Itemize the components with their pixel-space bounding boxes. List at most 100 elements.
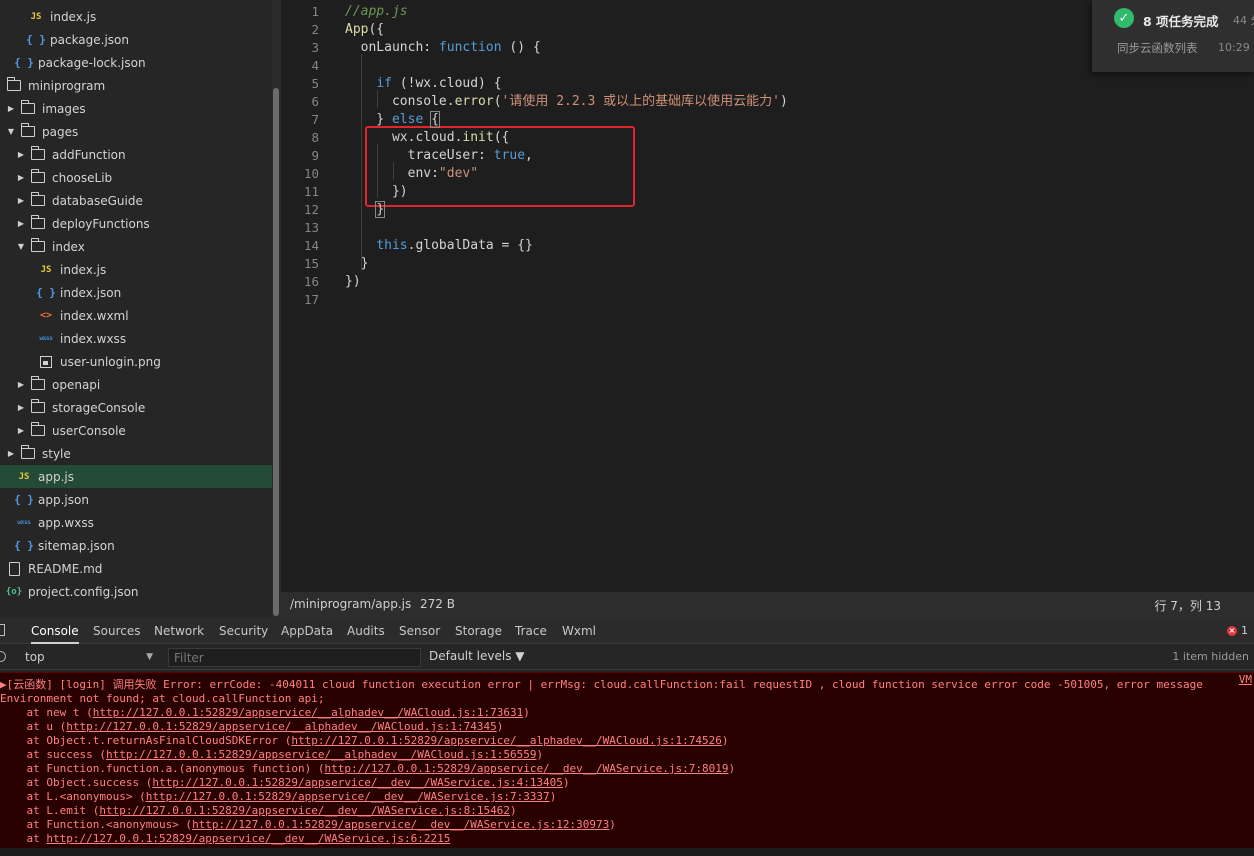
- context-selector[interactable]: top ▼: [17, 647, 159, 667]
- folder-icon: [30, 146, 46, 163]
- stack-source-link[interactable]: http://127.0.0.1:52829/appservice/__dev_…: [146, 790, 550, 803]
- devtools-tab-bar: × 1 Console Sources Network Security AppData…: [0, 618, 1254, 644]
- chevron-right-icon[interactable]: ▶: [16, 426, 26, 435]
- stack-source-link[interactable]: http://127.0.0.1:52829/appservice/__alph…: [93, 706, 523, 719]
- tree-item-index-wxml[interactable]: <> index.wxml: [0, 304, 272, 327]
- code-line[interactable]: 9 traceUser: true,: [281, 147, 1254, 165]
- stack-source-link[interactable]: http://127.0.0.1:52829/appservice/__dev_…: [46, 832, 450, 845]
- tab-audits[interactable]: Audits: [347, 618, 385, 644]
- code-line[interactable]: 5 if (!wx.cloud) {: [281, 75, 1254, 93]
- tab-wxml[interactable]: Wxml: [562, 618, 596, 644]
- hidden-items-count: 1 item hidden: [1172, 650, 1249, 663]
- tree-item-label: README.md: [28, 561, 103, 576]
- tree-item-package-json[interactable]: { } package.json: [0, 28, 272, 51]
- folder-shape: [30, 238, 45, 252]
- stack-source-link[interactable]: http://127.0.0.1:52829/appservice/__alph…: [291, 734, 721, 747]
- tree-item-index-json[interactable]: { } index.json: [0, 281, 272, 304]
- stack-source-link[interactable]: http://127.0.0.1:52829/appservice/__alph…: [66, 720, 496, 733]
- tree-item-databaseguide[interactable]: ▶ databaseGuide: [0, 189, 272, 212]
- explorer-scrollbar-thumb[interactable]: [273, 88, 279, 616]
- tree-item-openapi[interactable]: ▶ openapi: [0, 373, 272, 396]
- console-filter-input[interactable]: [168, 648, 421, 667]
- code-line[interactable]: 14 this.globalData = {}: [281, 237, 1254, 255]
- code-line[interactable]: 12 }: [281, 201, 1254, 219]
- status-cursor-position[interactable]: 行 7，列 13: [1154, 597, 1221, 614]
- tab-trace[interactable]: Trace: [515, 618, 547, 644]
- stack-source-link[interactable]: http://127.0.0.1:52829/appservice/__dev_…: [99, 804, 510, 817]
- chevron-down-icon[interactable]: ▼: [16, 242, 26, 251]
- log-levels-dropdown[interactable]: Default levels ▼: [429, 649, 525, 663]
- chevron-right-icon[interactable]: ▶: [16, 150, 26, 159]
- tree-item-readme-md[interactable]: README.md: [0, 557, 272, 580]
- tree-item-index-js[interactable]: JS index.js: [0, 258, 272, 281]
- code-line[interactable]: 13: [281, 219, 1254, 237]
- stack-source-link[interactable]: http://127.0.0.1:52829/appservice/__alph…: [106, 748, 536, 761]
- code-token: ): [780, 94, 788, 109]
- code-line[interactable]: 6 console.error('请使用 2.2.3 或以上的基础库以使用云能力…: [281, 93, 1254, 111]
- chevron-right-icon[interactable]: ▶: [6, 104, 16, 113]
- tab-security[interactable]: Security: [219, 618, 268, 644]
- chevron-right-icon[interactable]: ▶: [16, 173, 26, 182]
- code-token: if: [376, 76, 392, 91]
- tree-item-app-json[interactable]: { } app.json: [0, 488, 272, 511]
- code-token: }): [345, 184, 408, 199]
- code-line[interactable]: 10 env:"dev": [281, 165, 1254, 183]
- chevron-right-icon[interactable]: ▶: [16, 380, 26, 389]
- tree-item-app-js[interactable]: JS app.js: [0, 465, 272, 488]
- image-shape: [40, 355, 52, 368]
- tree-item-index-js[interactable]: JS index.js: [0, 5, 272, 28]
- inspect-element-icon[interactable]: [0, 624, 5, 636]
- chevron-right-icon[interactable]: ▶: [16, 219, 26, 228]
- tab-sources[interactable]: Sources: [93, 618, 140, 644]
- tree-item-label: chooseLib: [52, 170, 113, 185]
- stack-source-link[interactable]: http://127.0.0.1:52829/appservice/__dev_…: [325, 762, 729, 775]
- chevron-right-icon[interactable]: ▶: [16, 403, 26, 412]
- error-counter[interactable]: × 1: [1227, 624, 1248, 637]
- tree-item-storageconsole[interactable]: ▶ storageConsole: [0, 396, 272, 419]
- chevron-down-icon[interactable]: ▼: [6, 127, 16, 136]
- tree-item-style[interactable]: ▶ style: [0, 442, 272, 465]
- code-line[interactable]: 8 wx.cloud.init({: [281, 129, 1254, 147]
- tree-item-pages[interactable]: ▼ pages: [0, 120, 272, 143]
- tree-item-project-config-json[interactable]: {o} project.config.json: [0, 580, 272, 603]
- code-line[interactable]: 7 } else {: [281, 111, 1254, 129]
- chevron-right-icon[interactable]: ▶: [6, 449, 16, 458]
- tree-item-index-wxss[interactable]: wxss index.wxss: [0, 327, 272, 350]
- code-line[interactable]: 16}): [281, 273, 1254, 291]
- tab-network[interactable]: Network: [154, 618, 204, 644]
- code-line[interactable]: 17: [281, 291, 1254, 309]
- stack-source-link[interactable]: http://127.0.0.1:52829/appservice/__dev_…: [192, 818, 609, 831]
- tab-console[interactable]: Console: [31, 618, 79, 644]
- tree-item-deployfunctions[interactable]: ▶ deployFunctions: [0, 212, 272, 235]
- code-text: wx.cloud.init({: [345, 129, 509, 147]
- code-editor[interactable]: 1//app.js 2 App({3 onLaunch: function () {…: [281, 0, 1254, 592]
- code-line[interactable]: 15 }: [281, 255, 1254, 273]
- folder-icon: [30, 169, 46, 186]
- error-icon: ×: [1227, 625, 1237, 636]
- clear-console-icon[interactable]: [0, 651, 6, 662]
- tree-item-package-lock-json[interactable]: { } package-lock.json: [0, 51, 272, 74]
- tree-item-chooselib[interactable]: ▶ chooseLib: [0, 166, 272, 189]
- status-bar: /miniprogram/app.js 272 B 行 7，列 13: [281, 592, 1254, 618]
- tree-item-miniprogram[interactable]: miniprogram: [0, 74, 272, 97]
- tree-item-sitemap-json[interactable]: { } sitemap.json: [0, 534, 272, 557]
- tab-storage[interactable]: Storage: [455, 618, 502, 644]
- chevron-right-icon[interactable]: ▶: [16, 196, 26, 205]
- tree-item-index[interactable]: ▼ index: [0, 235, 272, 258]
- tree-item-label: images: [42, 101, 86, 116]
- tab-sensor[interactable]: Sensor: [399, 618, 440, 644]
- tab-appdata[interactable]: AppData: [281, 618, 333, 644]
- tree-item-label: app.js: [38, 469, 74, 484]
- code-line[interactable]: 11 }): [281, 183, 1254, 201]
- console-output[interactable]: VM ▶[云函数] [login] 调用失败 Error: errCode: -…: [0, 672, 1254, 848]
- folder-shape: [30, 399, 45, 413]
- status-file-path[interactable]: /miniprogram/app.js: [290, 597, 411, 611]
- console-text: at Function.function.a.(anonymous functi…: [0, 762, 325, 775]
- tree-item-images[interactable]: ▶ images: [0, 97, 272, 120]
- tree-item-user-unlogin-png[interactable]: user-unlogin.png: [0, 350, 272, 373]
- stack-source-link[interactable]: http://127.0.0.1:52829/appservice/__dev_…: [152, 776, 563, 789]
- tree-item-addfunction[interactable]: ▶ addFunction: [0, 143, 272, 166]
- task-notification[interactable]: ✓ 8 项任务完成 44 分 同步云函数列表 10:29: [1092, 0, 1254, 72]
- tree-item-app-wxss[interactable]: wxss app.wxss: [0, 511, 272, 534]
- tree-item-userconsole[interactable]: ▶ userConsole: [0, 419, 272, 442]
